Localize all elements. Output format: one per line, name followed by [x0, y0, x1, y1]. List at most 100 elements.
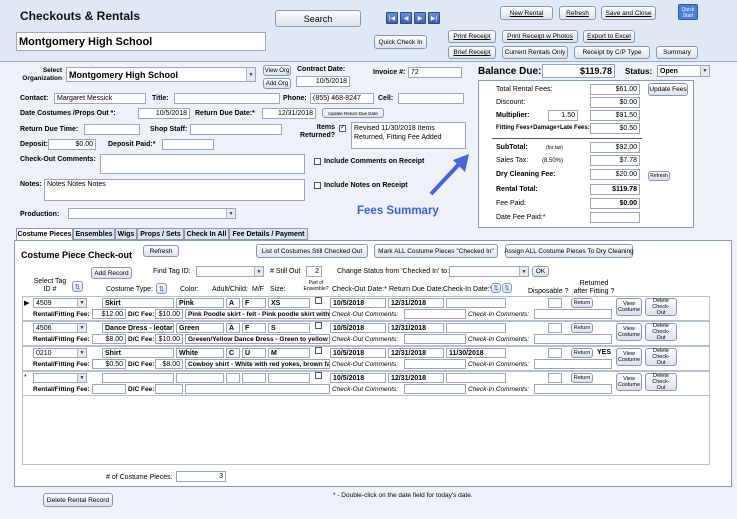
shop-staff-field[interactable]: [190, 124, 282, 135]
part-ensemble-checkbox[interactable]: [315, 297, 322, 304]
checkout-date-field[interactable]: 10/5/2018: [330, 373, 386, 383]
print-receipt-photos-button[interactable]: Print Receipt w Photos: [502, 30, 578, 43]
mf-field[interactable]: U: [242, 348, 266, 358]
last-record-icon[interactable]: ▶|: [428, 12, 440, 24]
return-time-field[interactable]: [84, 124, 140, 135]
quick-check-in-button[interactable]: Quick Check In: [374, 35, 427, 49]
tab-check-in-all[interactable]: Check In All: [184, 228, 229, 240]
size-field[interactable]: S: [268, 323, 310, 333]
add-record-button[interactable]: Add Record: [91, 267, 132, 279]
sort-tag-icon[interactable]: ⇅: [72, 281, 83, 292]
list-checked-out-button[interactable]: List of Costumes Still Checked Out: [256, 244, 368, 258]
delete-checkout-button[interactable]: Delete Check-Out: [645, 323, 677, 341]
mf-field[interactable]: [242, 373, 266, 383]
view-costume-button[interactable]: View Costume: [616, 298, 642, 316]
deposit-field[interactable]: $0.00: [48, 139, 96, 150]
assign-dry-cleaning-button[interactable]: Assign ALL Costume Pieces To Dry Cleanin…: [504, 244, 634, 258]
tag-combo[interactable]: 4509 ▼: [33, 298, 87, 308]
contact-field[interactable]: Margaret Messick: [54, 93, 146, 104]
adult-child-field[interactable]: C: [226, 348, 240, 358]
chevron-down-icon[interactable]: ▼: [519, 267, 528, 276]
return-button[interactable]: Return: [571, 323, 593, 333]
description-field[interactable]: Cowboy shirt - White with red yokes, bro…: [185, 359, 330, 369]
include-notes-checkbox[interactable]: [314, 182, 321, 189]
current-rentals-only-button[interactable]: Current Rentals Only: [502, 46, 568, 59]
receipt-by-cp-type-button[interactable]: Receipt by C/P Type: [574, 46, 650, 59]
return-due-date-field[interactable]: 12/31/2018: [388, 348, 444, 358]
rental-fee-field[interactable]: $0.50: [92, 359, 126, 369]
rental-fee-field[interactable]: [92, 384, 126, 394]
adult-child-field[interactable]: [226, 373, 240, 383]
checkin-comments-field[interactable]: [534, 334, 612, 344]
view-costume-button[interactable]: View Costume: [616, 323, 642, 341]
status-combo[interactable]: Open ▼: [657, 65, 710, 77]
chevron-down-icon[interactable]: ▼: [77, 374, 86, 382]
size-field[interactable]: M: [268, 348, 310, 358]
size-field[interactable]: [268, 373, 310, 383]
adult-child-field[interactable]: A: [226, 323, 240, 333]
notes-field[interactable]: Notes Notes Notes: [44, 179, 305, 201]
tag-combo[interactable]: 4506 ▼: [33, 323, 87, 333]
chevron-down-icon[interactable]: ▼: [226, 209, 235, 218]
dc-fee-field[interactable]: $10.00: [155, 309, 183, 319]
deposit-paid-field[interactable]: [162, 139, 214, 150]
color-field[interactable]: [176, 373, 224, 383]
discount-field[interactable]: $0.00: [590, 97, 640, 108]
checkout-comments-field[interactable]: [404, 359, 466, 369]
tag-combo[interactable]: ▼: [33, 373, 87, 383]
organization-combo[interactable]: Montgomery High School ▼: [66, 67, 256, 82]
update-return-due-button[interactable]: Update Return Due Date: [322, 108, 384, 118]
return-button[interactable]: Return: [571, 348, 593, 358]
date-fee-paid-field[interactable]: [590, 212, 640, 223]
production-combo[interactable]: ▼: [68, 208, 236, 219]
tab-fee-details[interactable]: Fee Details / Payment: [229, 228, 308, 240]
return-due-field[interactable]: 12/31/2018: [262, 108, 316, 119]
delete-rental-button[interactable]: Delete Rental Record: [43, 493, 113, 507]
checkin-comments-field[interactable]: [534, 359, 612, 369]
checkin-date-field[interactable]: [446, 373, 506, 383]
sort-type-icon[interactable]: ⇅: [156, 283, 167, 294]
chevron-down-icon[interactable]: ▼: [77, 349, 86, 357]
return-button[interactable]: Return: [571, 298, 593, 308]
tag-combo[interactable]: 0210 ▼: [33, 348, 87, 358]
ok-button[interactable]: OK: [532, 266, 549, 277]
prev-record-icon[interactable]: ◀: [400, 12, 412, 24]
quick-start-button[interactable]: Quick Start: [678, 4, 698, 20]
next-record-icon[interactable]: ▶: [414, 12, 426, 24]
part-ensemble-checkbox[interactable]: [315, 322, 322, 329]
checkin-date-field[interactable]: 11/30/2018: [446, 348, 506, 358]
view-costume-button[interactable]: View Costume: [616, 373, 642, 391]
invoice-field[interactable]: 72: [408, 67, 462, 78]
return-due-date-field[interactable]: 12/31/2018: [388, 323, 444, 333]
description-field[interactable]: Greeen/Yellow Dance Dress - Green to yel…: [185, 334, 330, 344]
print-receipt-button[interactable]: Print Receipt: [448, 30, 496, 43]
brief-receipt-button[interactable]: Brief Receipt: [448, 46, 496, 59]
checkin-date-field[interactable]: [446, 323, 506, 333]
disposable-field[interactable]: [548, 323, 562, 333]
delete-checkout-button[interactable]: Delete Check-Out: [645, 298, 677, 316]
return-button[interactable]: Return: [571, 373, 593, 383]
chevron-down-icon[interactable]: ▼: [254, 267, 263, 276]
chevron-down-icon[interactable]: ▼: [700, 66, 709, 76]
costume-type-field[interactable]: Skirt: [102, 298, 174, 308]
first-record-icon[interactable]: |◀: [386, 12, 398, 24]
color-field[interactable]: White: [176, 348, 224, 358]
view-costume-button[interactable]: View Costume: [616, 348, 642, 366]
delete-checkout-button[interactable]: Delete Check-Out: [645, 348, 677, 366]
mark-all-checked-in-button[interactable]: Mark ALL Costume Pieces "Checked In": [374, 244, 498, 258]
costume-type-field[interactable]: Shirt: [102, 348, 174, 358]
pieces-refresh-button[interactable]: Refresh: [143, 245, 179, 257]
tab-ensembles[interactable]: Ensembles: [73, 228, 115, 240]
phone-field[interactable]: (855) 468-8247: [310, 93, 374, 104]
checkin-comments-field[interactable]: [534, 309, 612, 319]
cell-field[interactable]: [398, 93, 464, 104]
checkout-comments-field[interactable]: [100, 154, 305, 174]
refresh-button[interactable]: Refresh: [559, 6, 596, 20]
color-field[interactable]: Green: [176, 323, 224, 333]
checkout-date-field[interactable]: 10/5/2018: [330, 348, 386, 358]
save-close-button[interactable]: Save and Close: [601, 6, 656, 20]
costume-type-field[interactable]: Dance Dress - leotard c: [102, 323, 174, 333]
mf-field[interactable]: F: [242, 298, 266, 308]
sort-checkin-desc-icon[interactable]: ⇅: [502, 283, 512, 293]
change-status-combo[interactable]: ▼: [449, 266, 529, 277]
